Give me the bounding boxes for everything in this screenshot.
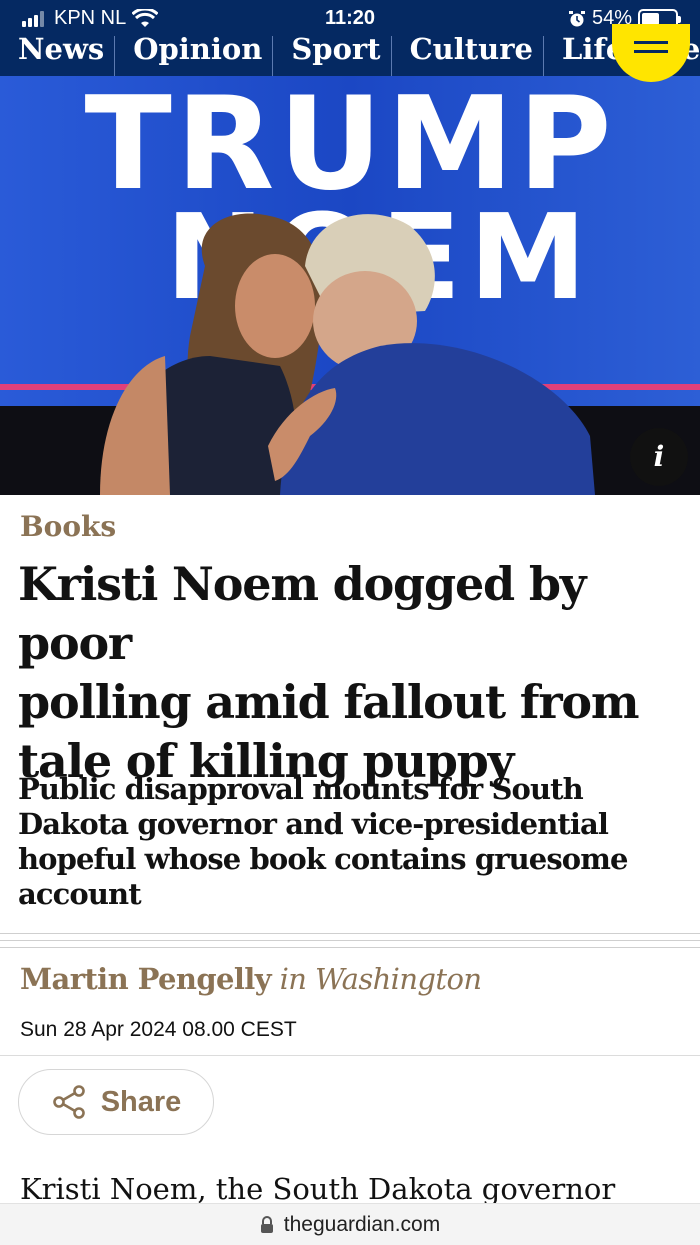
author-location: in Washington bbox=[279, 962, 482, 996]
divider bbox=[0, 1055, 700, 1056]
hero-illustration: TRUMP NOEM bbox=[0, 76, 700, 495]
image-info-button[interactable]: i bbox=[630, 428, 688, 486]
headline-line: Kristi Noem dogged by poor bbox=[18, 557, 587, 670]
url-text: theguardian.com bbox=[283, 1212, 441, 1236]
publish-date: Sun 28 Apr 2024 08.00 CEST bbox=[20, 1018, 297, 1041]
menu-icon bbox=[634, 41, 668, 44]
byline: Martin Pengelly in Washington bbox=[20, 962, 482, 996]
standfirst-line: Public disapproval mounts for South bbox=[18, 772, 584, 806]
standfirst-line: hopeful whose book contains gruesome bbox=[18, 842, 628, 876]
hero-image: TRUMP NOEM bbox=[0, 76, 700, 495]
author-name[interactable]: Martin Pengelly bbox=[20, 962, 272, 996]
section-kicker[interactable]: Books bbox=[20, 510, 116, 543]
section-rules bbox=[0, 933, 700, 954]
nav-item-news[interactable]: News bbox=[0, 36, 116, 76]
share-icon bbox=[52, 1085, 85, 1119]
standfirst-line: Dakota governor and vice-presidential bbox=[18, 807, 609, 841]
article-body-start: Kristi Noem, the South Dakota governor bbox=[20, 1172, 616, 1206]
nav-item-culture[interactable]: Culture bbox=[392, 36, 544, 76]
headline: Kristi Noem dogged by poor polling amid … bbox=[18, 555, 688, 791]
nav-item-sport[interactable]: Sport bbox=[273, 36, 392, 76]
browser-url-bar[interactable]: theguardian.com bbox=[0, 1203, 700, 1245]
standfirst-line: account bbox=[18, 877, 142, 911]
section-nav: News Opinion Sport Culture Lifestyle bbox=[0, 36, 700, 76]
share-label: Share bbox=[100, 1085, 182, 1118]
status-bar: KPN NL 11:20 54% bbox=[0, 0, 700, 36]
headline-line: polling amid fallout from bbox=[18, 675, 640, 729]
share-button[interactable]: Share bbox=[18, 1069, 214, 1135]
lock-icon bbox=[260, 1215, 273, 1233]
nav-item-opinion[interactable]: Opinion bbox=[115, 36, 274, 76]
alarm-icon bbox=[568, 10, 585, 26]
standfirst: Public disapproval mounts for South Dako… bbox=[18, 772, 678, 912]
